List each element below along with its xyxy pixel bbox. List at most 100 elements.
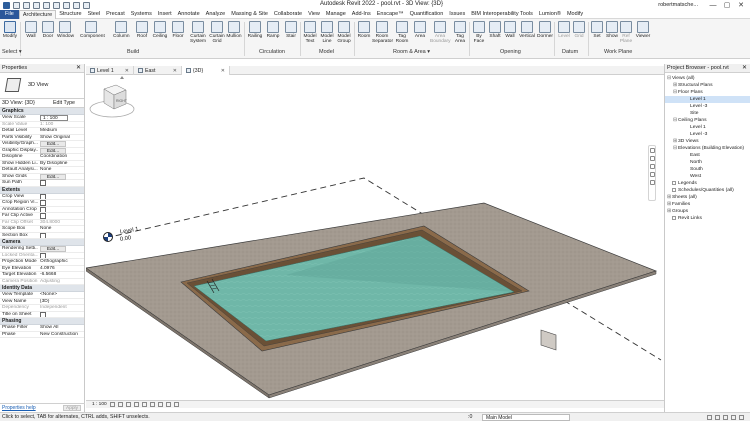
tab-insert[interactable]: Insert bbox=[155, 10, 175, 19]
browser-item[interactable]: Level 1 bbox=[665, 124, 750, 131]
browser-item[interactable]: ⊞Groups bbox=[665, 208, 750, 215]
property-value[interactable] bbox=[38, 207, 84, 213]
panel-select[interactable]: Select ▾ bbox=[2, 49, 22, 55]
by-face-button[interactable]: By Face bbox=[471, 21, 487, 47]
property-value[interactable] bbox=[38, 180, 84, 186]
shadows-icon[interactable] bbox=[133, 402, 139, 407]
browser-item[interactable]: ⊞Structural Plans bbox=[665, 82, 750, 89]
grid-button[interactable]: Grid bbox=[571, 21, 587, 47]
zoom-icon[interactable] bbox=[649, 156, 655, 161]
property-value[interactable]: New Construction bbox=[38, 332, 84, 338]
floor-button[interactable]: Floor bbox=[170, 21, 186, 47]
tag-room-button[interactable]: Tag Room bbox=[394, 21, 410, 47]
browser-item[interactable]: Level -3 bbox=[665, 131, 750, 138]
apply-button[interactable]: Apply bbox=[63, 405, 81, 411]
browser-item[interactable]: Level -3 bbox=[665, 103, 750, 110]
property-value[interactable]: Medium bbox=[38, 128, 84, 134]
tab-view[interactable]: View bbox=[305, 10, 323, 19]
pan-icon[interactable] bbox=[649, 164, 655, 169]
door-button[interactable]: Door bbox=[40, 21, 56, 47]
group-graphics[interactable]: Graphics bbox=[0, 108, 84, 115]
browser-item[interactable]: ⊟Views (all) bbox=[665, 75, 750, 82]
area-button[interactable]: Area bbox=[412, 21, 428, 47]
browser-item[interactable]: Level 1 bbox=[665, 96, 750, 103]
browser-item[interactable]: Revit Links bbox=[665, 215, 750, 222]
model-group-button[interactable]: Model Group bbox=[336, 21, 352, 47]
tab-lumion[interactable]: Lumion® bbox=[536, 10, 564, 19]
filter-icon[interactable] bbox=[739, 415, 744, 420]
visual-style-icon[interactable] bbox=[117, 402, 123, 407]
temporary-hide-icon[interactable] bbox=[173, 402, 179, 407]
area-boundary-button[interactable]: Area Boundary bbox=[430, 21, 451, 47]
ramp-button[interactable]: Ramp bbox=[265, 21, 281, 47]
room-button[interactable]: Room bbox=[356, 21, 372, 47]
property-value[interactable] bbox=[38, 253, 84, 259]
close-button[interactable]: ✕ bbox=[736, 1, 746, 10]
maximize-button[interactable]: ▢ bbox=[722, 1, 732, 10]
property-value[interactable] bbox=[38, 194, 84, 200]
curtain-grid-button[interactable]: Curtain Grid bbox=[208, 21, 226, 47]
revit-logo-icon[interactable] bbox=[3, 1, 10, 9]
render-icon[interactable] bbox=[141, 402, 147, 407]
ref-plane-button[interactable]: Ref Plane bbox=[618, 21, 634, 47]
tab-add-ins[interactable]: Add-Ins bbox=[349, 10, 374, 19]
select-underlay-icon[interactable] bbox=[715, 415, 720, 420]
property-value[interactable]: Edit... bbox=[40, 246, 66, 252]
tab-steel[interactable]: Steel bbox=[85, 10, 104, 19]
ceiling-button[interactable]: Ceiling bbox=[152, 21, 168, 47]
group-camera[interactable]: Camera bbox=[0, 239, 84, 246]
property-value[interactable] bbox=[38, 213, 84, 219]
tab-bim-interoperability[interactable]: BIM Interoperability Tools bbox=[468, 10, 536, 19]
active-workset-select[interactable]: Main Model bbox=[482, 414, 570, 421]
detail-level-icon[interactable] bbox=[109, 402, 115, 407]
tab-annotate[interactable]: Annotate bbox=[175, 10, 203, 19]
tab-file[interactable]: File bbox=[0, 9, 19, 19]
group-extents[interactable]: Extents bbox=[0, 186, 84, 194]
property-value[interactable]: Show All bbox=[38, 325, 84, 331]
tab-manage[interactable]: Manage bbox=[323, 10, 349, 19]
modify-button[interactable]: Modify bbox=[2, 21, 18, 47]
group-phasing[interactable]: Phasing bbox=[0, 318, 84, 325]
view-tab-level-1[interactable]: Level 1 ✕ bbox=[86, 66, 134, 75]
redo-icon[interactable] bbox=[43, 1, 50, 9]
minimize-button[interactable]: — bbox=[708, 1, 718, 10]
browser-item[interactable]: ⊞Families bbox=[665, 201, 750, 208]
close-icon[interactable]: ✕ bbox=[173, 68, 177, 74]
wall-opening-button[interactable]: Wall bbox=[502, 21, 518, 47]
close-icon[interactable]: ✕ bbox=[742, 64, 747, 73]
level-button[interactable]: Level bbox=[556, 21, 572, 47]
property-value[interactable]: {3D} bbox=[38, 299, 84, 305]
dormer-button[interactable]: Dormer bbox=[537, 21, 553, 47]
property-value[interactable]: None bbox=[38, 226, 84, 232]
tab-modify[interactable]: Modify bbox=[564, 10, 586, 19]
view-tab-3d[interactable]: {3D} ✕ bbox=[182, 66, 230, 75]
tab-issues[interactable]: Issues bbox=[446, 10, 468, 19]
property-value[interactable]: Show Original bbox=[38, 135, 84, 141]
column-button[interactable]: Column bbox=[113, 21, 130, 47]
property-row[interactable]: Phase New Construction bbox=[0, 332, 84, 338]
model-line-button[interactable]: Model Line bbox=[319, 21, 335, 47]
property-value[interactable]: 1: 100 bbox=[38, 122, 84, 128]
property-value[interactable]: By Discipline bbox=[38, 161, 84, 167]
group-identity-data[interactable]: Identity Data bbox=[0, 285, 84, 292]
property-value[interactable]: 4.0976 bbox=[38, 266, 84, 272]
lock-view-icon[interactable] bbox=[165, 402, 171, 407]
measure-icon[interactable] bbox=[63, 1, 70, 9]
browser-item[interactable]: Site bbox=[665, 110, 750, 117]
property-value[interactable] bbox=[38, 233, 84, 239]
view-tab-east[interactable]: East ✕ bbox=[134, 66, 182, 75]
user-name[interactable]: robertmatsche... bbox=[658, 2, 698, 8]
browser-item[interactable]: ⊞3D Views bbox=[665, 138, 750, 145]
panel-room-area[interactable]: Room & Area ▾ bbox=[393, 49, 430, 55]
browser-item[interactable]: ⊟Floor Plans bbox=[665, 89, 750, 96]
text-icon[interactable] bbox=[73, 1, 80, 9]
browser-item[interactable]: ⊟Elevations (Building Elevation) bbox=[665, 145, 750, 152]
browser-item[interactable]: ⊟Ceiling Plans bbox=[665, 117, 750, 124]
property-value[interactable]: -6.5668 bbox=[38, 272, 84, 278]
properties-help-link[interactable]: Properties help bbox=[2, 405, 36, 411]
tab-massing-site[interactable]: Massing & Site bbox=[228, 10, 271, 19]
property-value[interactable]: Independent bbox=[38, 305, 84, 311]
close-icon[interactable]: ✕ bbox=[125, 68, 129, 74]
property-value[interactable]: Coordination bbox=[38, 154, 84, 160]
level-head-symbol[interactable] bbox=[103, 232, 113, 242]
